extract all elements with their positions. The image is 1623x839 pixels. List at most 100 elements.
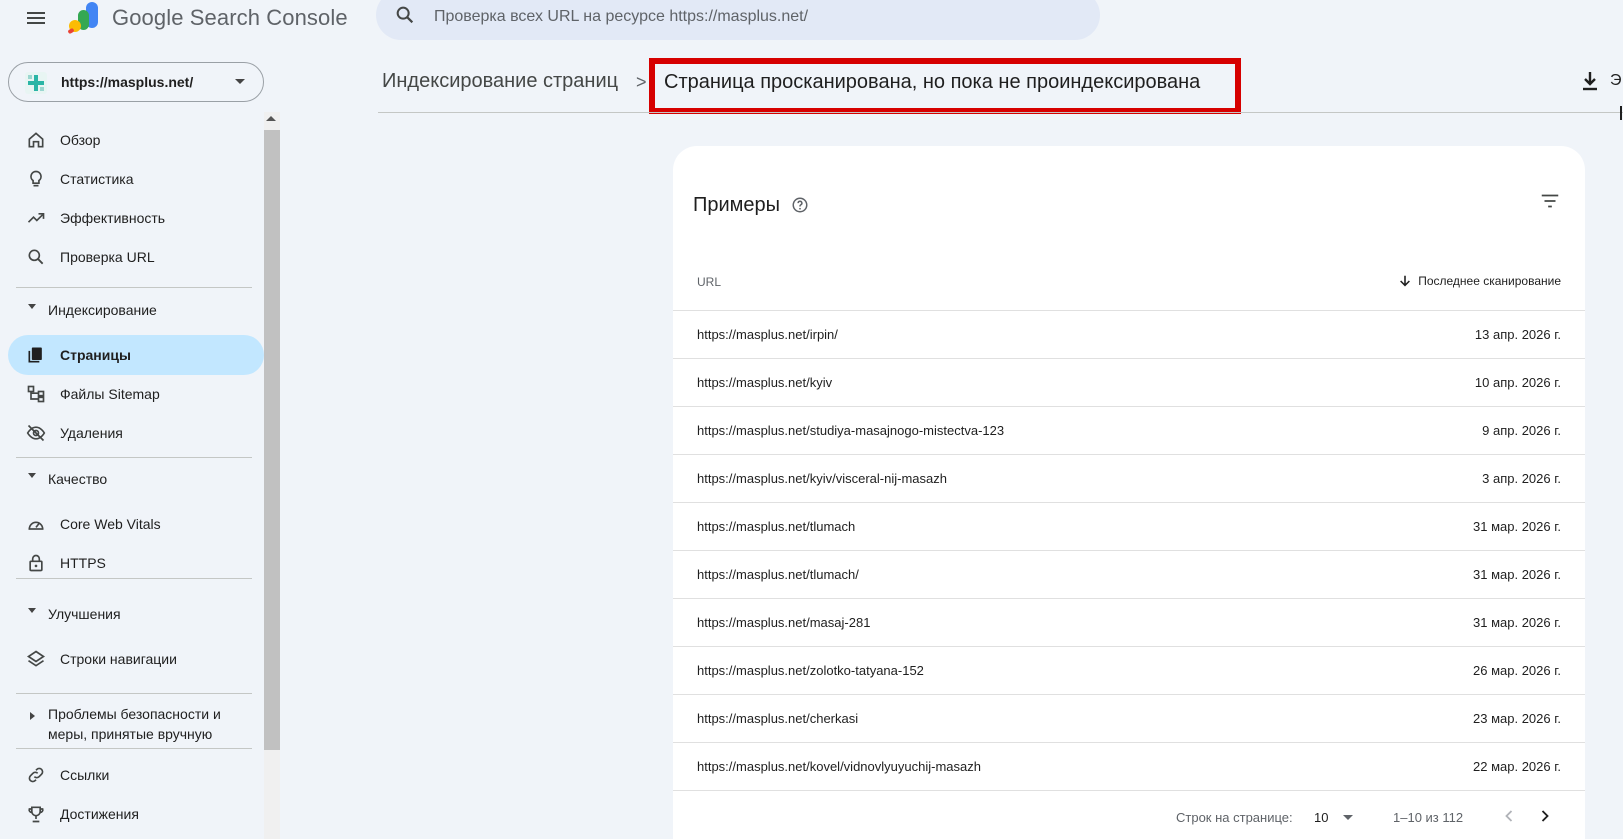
search-icon (28, 249, 44, 265)
brand-name: Google Search Console (112, 5, 348, 30)
main-menu-button[interactable] (24, 6, 48, 30)
rows-per-page-label: Строк на странице: (1176, 810, 1293, 825)
search-icon (396, 6, 414, 24)
text-cursor (1620, 106, 1622, 120)
sidebar-item-url-inspection[interactable]: Проверка URL (8, 237, 264, 277)
column-header-url[interactable]: URL (697, 275, 721, 289)
row-date: 13 апр. 2026 г. (1474, 327, 1561, 342)
table-pagination: Строк на странице: 10 1–10 из 112 (673, 794, 1585, 839)
rows-per-page-select[interactable]: 10 (1314, 810, 1328, 825)
table-row[interactable]: https://masplus.net/zolotko-tatyana-152 2… (673, 647, 1585, 695)
pages-icon (28, 347, 42, 363)
sidebar-section-indexing[interactable]: Индексирование (16, 297, 252, 323)
sidebar-item-label: Удаления (60, 425, 123, 441)
site-favicon-icon (25, 72, 47, 94)
sidebar-scrollbar-thumb[interactable] (264, 130, 280, 750)
row-date: 31 мар. 2026 г. (1473, 519, 1561, 534)
table-row[interactable]: https://masplus.net/irpin/13 апр. 2026 г… (673, 311, 1585, 359)
sidebar-section-label: Качество (48, 471, 108, 487)
row-url: https://masplus.net/zolotko-tatyana-152 (697, 663, 924, 678)
sidebar-item-achievements[interactable]: Достижения (8, 794, 264, 834)
sidebar-item-removals[interactable]: Удаления (8, 413, 264, 453)
sidebar-item-https[interactable]: HTTPS (8, 543, 264, 583)
row-date: 9 апр. 2026 г. (1482, 423, 1561, 438)
sidebar-section-quality[interactable]: Качество (16, 466, 252, 492)
breadcrumb-separator: > (636, 72, 647, 92)
table-row[interactable]: https://masplus.net/kyiv 10 апр. 2026 г. (673, 359, 1585, 407)
sidebar-item-breadcrumbs[interactable]: Строки навигации (8, 639, 264, 679)
sidebar-divider (16, 287, 252, 288)
row-date: 31 мар. 2026 г. (1473, 615, 1561, 630)
row-url: https://masplus.net/tlumach (697, 519, 856, 534)
breadcrumb-parent-link[interactable]: Индексирование страниц (382, 70, 618, 93)
sidebar-item-label: Файлы Sitemap (60, 386, 160, 402)
search-console-logo-icon (68, 2, 98, 34)
property-selector[interactable]: https://masplus.net/ (8, 62, 264, 102)
sidebar-item-label: Core Web Vitals (60, 516, 161, 532)
page-title: Страница просканирована, но пока не прои… (664, 71, 1201, 93)
chevron-left-icon[interactable] (1499, 806, 1519, 826)
table-row[interactable]: https://masplus.net/studiya-masajnogo-mi… (673, 407, 1585, 455)
sidebar-item-label: Строки навигации (60, 651, 177, 667)
chevron-right-icon[interactable] (1535, 806, 1555, 826)
sidebar-item-sitemaps[interactable]: Файлы Sitemap (8, 374, 264, 414)
sidebar-item-label: Страницы (60, 347, 131, 363)
sidebar-item-pages[interactable]: Страницы (8, 335, 264, 375)
visibility-off-icon (26, 424, 46, 442)
caret-down-icon (28, 473, 36, 478)
table-row[interactable]: https://masplus.net/kovel/vidnovlyuyuchi… (673, 743, 1585, 791)
speed-icon (28, 521, 44, 530)
table-row[interactable]: https://masplus.net/tlumach/31 мар. 2026… (673, 551, 1585, 599)
table-row[interactable]: https://masplus.net/tlumach 31 мар. 2026 … (673, 503, 1585, 551)
sidebar-section-label: Индексирование (48, 302, 157, 318)
sidebar-item-core-web-vitals[interactable]: Core Web Vitals (8, 504, 264, 544)
sitemap-icon (27, 385, 45, 403)
caret-down-icon (28, 608, 36, 613)
sidebar-divider (16, 748, 252, 749)
menu-icon (27, 12, 45, 24)
caret-down-icon (28, 304, 36, 309)
search-placeholder: Проверка всех URL на ресурсе https://mas… (434, 8, 809, 25)
row-url: https://masplus.net/irpin/ (697, 327, 838, 342)
export-button[interactable] (1580, 70, 1600, 92)
sidebar-item-overview[interactable]: Обзор (8, 120, 264, 160)
caret-down-icon[interactable] (1343, 815, 1353, 820)
sidebar-item-label: Эффективность (60, 210, 166, 226)
help-icon[interactable] (791, 196, 809, 214)
trending-up-icon (27, 213, 45, 223)
lock-icon (29, 554, 43, 572)
row-url: https://masplus.net/kyiv (697, 375, 833, 390)
trophy-icon (28, 806, 44, 823)
sidebar-section-security[interactable]: Проблемы безопасности и меры, принятые вр… (16, 701, 252, 745)
scroll-up-arrow-icon[interactable] (266, 116, 276, 121)
row-date: 23 мар. 2026 г. (1473, 711, 1561, 726)
sidebar-divider (16, 578, 252, 579)
row-url: https://masplus.net/kovel/vidnovlyuyuchi… (697, 759, 981, 774)
property-url: https://masplus.net/ (61, 74, 194, 90)
url-inspection-search[interactable]: Проверка всех URL на ресурсе https://mas… (376, 0, 1100, 40)
sidebar-item-performance[interactable]: Эффективность (8, 198, 264, 238)
sidebar-item-links[interactable]: Ссылки (8, 755, 264, 795)
row-url: https://masplus.net/kyiv/visceral-nij-ma… (697, 471, 947, 486)
sidebar-item-label: Обзор (60, 132, 101, 148)
sidebar-item-label: HTTPS (60, 555, 106, 571)
table-row[interactable]: https://masplus.net/kyiv/visceral-nij-ma… (673, 455, 1585, 503)
sidebar-section-enhancements[interactable]: Улучшения (16, 601, 252, 627)
sidebar-divider (16, 457, 252, 458)
home-icon (28, 132, 44, 148)
row-url: https://masplus.net/studiya-masajnogo-mi… (697, 423, 1005, 438)
column-header-last-crawled[interactable]: Последнее сканирование (1398, 274, 1561, 288)
filter-icon[interactable] (1539, 190, 1561, 212)
sidebar-item-label: Ссылки (60, 767, 110, 783)
row-date: 10 апр. 2026 г. (1474, 375, 1561, 390)
table-row[interactable]: https://masplus.net/masaj-281 31 мар. 202… (673, 599, 1585, 647)
lightbulb-icon (30, 170, 42, 187)
layers-icon (26, 650, 46, 667)
search-console-logo[interactable] (68, 0, 102, 34)
download-icon (1583, 72, 1597, 91)
row-url: https://masplus.net/cherkasi (697, 711, 859, 726)
sidebar-item-statistics[interactable]: Статистика (8, 159, 264, 199)
table-row[interactable]: https://masplus.net/cherkasi 23 мар. 2026… (673, 695, 1585, 743)
sidebar-divider (16, 693, 252, 694)
export-label[interactable]: Э (1610, 72, 1622, 90)
